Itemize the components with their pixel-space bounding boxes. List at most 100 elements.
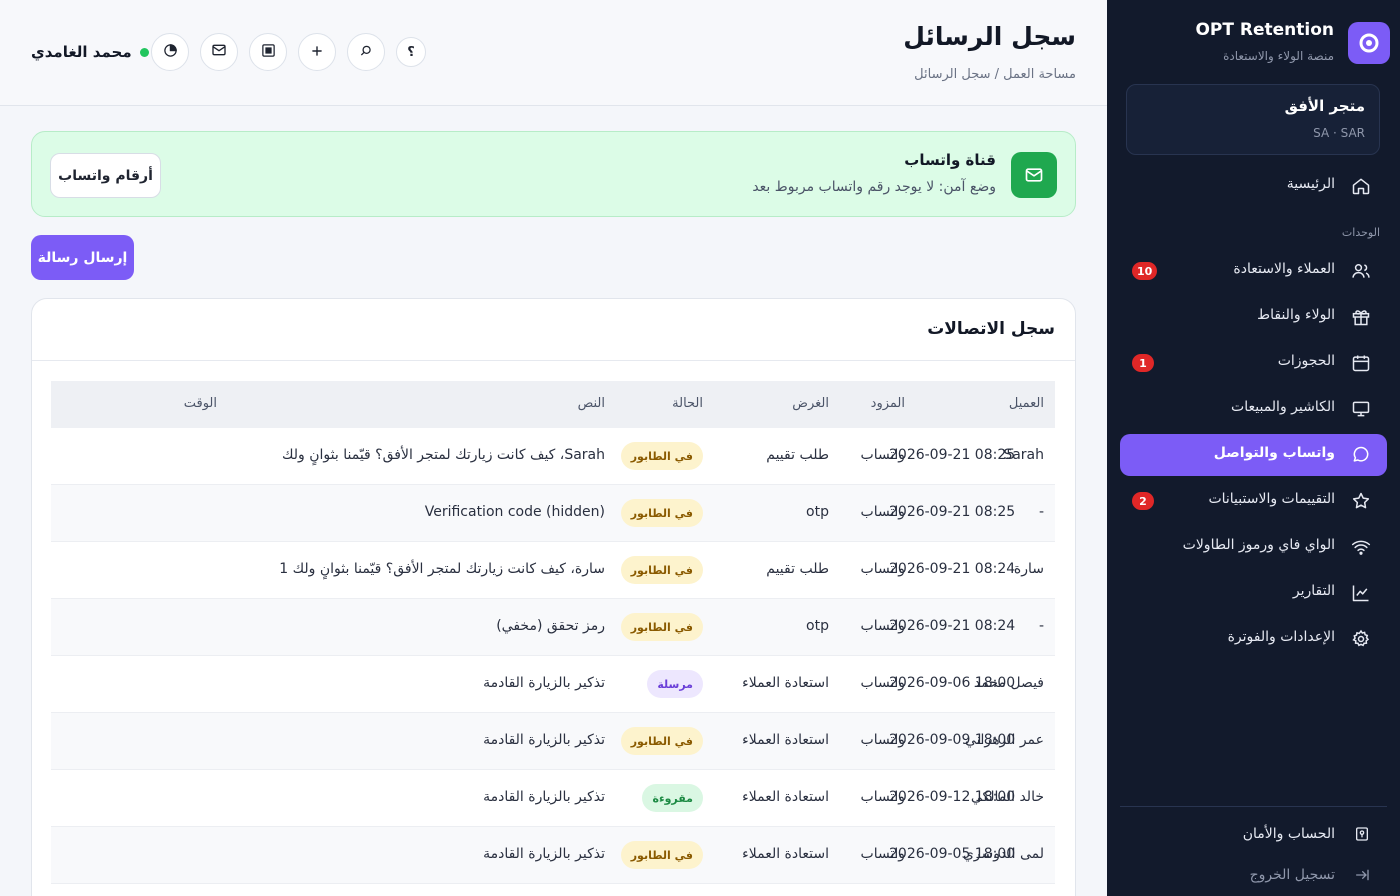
sidebar-item-bookings[interactable]: الحجوزات 1 [1120,342,1387,384]
column-header-status[interactable]: الحالة [672,396,703,411]
column-header-time[interactable]: الوقت [184,396,217,411]
status-badge: مقروءة [642,784,703,812]
sidebar-item-whatsapp[interactable]: واتساب والتواصل [1120,434,1387,476]
cell-purpose: استعادة العملاء [742,789,829,805]
sidebar-item-label: التقييمات والاستبيانات [1208,491,1335,507]
pie-chart-icon [163,43,178,62]
count-badge: 10 [1132,262,1158,280]
sidebar-item-label: واتساب والتواصل [1213,445,1335,461]
topbar: سجل الرسائل مساحة العمل / سجل الرسائل ؟ … [0,0,1107,106]
cell-purpose: طلب تقييم [766,561,829,577]
star-icon [1350,490,1372,512]
table-row[interactable]: لمى الدوسري واتساب استعادة العملاء في ال… [51,827,1055,884]
cell-time: 2026-09-21 08:24 [889,561,1016,577]
help-button[interactable]: ؟ [396,37,426,67]
page-title: سجل الرسائل [903,22,1076,51]
logout-icon [1353,866,1371,884]
logout-button[interactable]: تسجيل الخروج [1120,860,1387,892]
cell-time: 2026-09-21 08:25 [889,447,1016,463]
whatsapp-channel-card: قناة واتساب وضع آمن: لا يوجد رقم واتساب … [31,131,1076,217]
sidebar-item-loyalty[interactable]: الولاء والنقاط [1120,296,1387,338]
communications-table: العميل المزود الغرض الحالة النص الوقت Sa… [51,381,1055,884]
channel-status-text: وضع آمن: لا يوجد رقم واتساب مربوط بعد [752,179,996,195]
sidebar-item-label: الإعدادات والفوترة [1227,629,1335,645]
cell-text: Sarah، كيف كانت زيارتك لمتجر الأفق؟ قيّم… [281,447,605,463]
log-divider [32,360,1075,361]
monitor-icon [1350,398,1372,420]
sidebar-item-settings[interactable]: الإعدادات والفوترة [1120,618,1387,660]
messages-button[interactable] [200,33,238,71]
column-header-purpose[interactable]: الغرض [792,396,829,411]
cell-time: 2026-09-06 18:00 [889,675,1016,691]
table-row[interactable]: فيصل محمد واتساب استعادة العملاء مرسلة ت… [51,656,1055,713]
gift-icon [1350,306,1372,328]
key-icon [1353,825,1371,843]
calendar-icon [1350,352,1372,374]
chart-icon [1350,582,1372,604]
communications-log-card: سجل الاتصالات العميل المزود الغرض الحالة… [31,298,1076,896]
column-header-provider[interactable]: المزود [871,396,905,411]
cell-purpose: استعادة العملاء [742,732,829,748]
send-message-button[interactable]: إرسال رسالة [31,235,134,280]
status-badge: مرسلة [647,670,703,698]
cell-time: 2026-09-21 08:25 [889,504,1016,520]
status-badge: في الطابور [620,556,703,584]
table-row[interactable]: - واتساب otp في الطابور Verification cod… [51,485,1055,542]
sidebar-item-home[interactable]: الرئيسية [1120,165,1387,207]
store-switcher[interactable]: متجر الأفق SA · SAR [1126,84,1380,155]
brand-subtitle: منصة الولاء والاستعادة [1223,49,1334,63]
cell-purpose: استعادة العملاء [742,675,829,691]
help-icon: ؟ [407,44,415,60]
column-header-client[interactable]: العميل [1009,396,1044,411]
sidebar-item-label: العملاء والاستعادة [1233,261,1335,277]
users-icon [1350,260,1372,282]
sidebar-item-reports[interactable]: التقارير [1120,572,1387,614]
column-header-text[interactable]: النص [578,396,605,411]
cell-time: 2026-09-05 18:00 [889,846,1016,862]
search-button[interactable] [347,33,385,71]
count-badge: 1 [1132,354,1154,372]
brand-logo-icon[interactable] [1348,22,1390,64]
whatsapp-channel-icon [1011,152,1057,198]
wifi-icon [1350,536,1372,558]
qr-button[interactable] [249,33,287,71]
cell-purpose: otp [806,618,829,634]
cell-purpose: طلب تقييم [766,447,829,463]
sidebar-item-label: الحجوزات [1277,353,1335,369]
cell-text: Verification code (hidden) [424,504,605,520]
chat-icon [1350,444,1372,466]
sidebar-item-label: الرئيسية [1286,176,1335,192]
cell-time: 2026-09-09 18:00 [889,732,1016,748]
table-row[interactable]: Sarah واتساب طلب تقييم في الطابور Sarah،… [51,428,1055,485]
breadcrumb: مساحة العمل / سجل الرسائل [914,67,1076,82]
logout-label: تسجيل الخروج [1249,867,1335,883]
plus-icon [310,43,324,62]
sidebar-item-pos[interactable]: الكاشير والمبيعات [1120,388,1387,430]
status-badge: في الطابور [620,727,703,755]
sidebar-item-reviews[interactable]: التقييمات والاستبيانات 2 [1120,480,1387,522]
cell-text: تذكير بالزيارة القادمة [483,675,605,691]
table-row[interactable]: عمر الزهراني واتساب استعادة العملاء في ا… [51,713,1055,770]
status-badge: في الطابور [620,841,703,869]
count-badge: 2 [1132,492,1154,510]
add-button[interactable] [298,33,336,71]
sidebar-item-wifi[interactable]: الواي فاي ورموز الطاولات [1120,526,1387,568]
table-row[interactable]: - واتساب otp في الطابور رمز تحقق (مخفي) … [51,599,1055,656]
table-row[interactable]: سارة واتساب طلب تقييم في الطابور سارة، ك… [51,542,1055,599]
user-menu[interactable]: محمد الغامدي [31,41,149,63]
cell-time: 2026-09-21 08:24 [889,618,1016,634]
cell-time: 2026-09-12 18:00 [889,789,1016,805]
store-meta: SA · SAR [1313,126,1365,140]
status-badge: في الطابور [620,442,703,470]
log-title: سجل الاتصالات [927,319,1055,339]
table-row[interactable]: خالد المالكي واتساب استعادة العملاء مقرو… [51,770,1055,827]
sidebar: OPT Retention منصة الولاء والاستعادة متج… [1107,0,1400,896]
sidebar-item-account[interactable]: الحساب والأمان [1120,819,1387,851]
analytics-button[interactable] [151,33,189,71]
sidebar-item-customers[interactable]: العملاء والاستعادة 10 [1120,250,1387,292]
cell-text: تذكير بالزيارة القادمة [483,789,605,805]
whatsapp-numbers-button[interactable]: أرقام واتساب [50,153,161,198]
brand-title: OPT Retention [1195,20,1334,40]
cell-client: سارة [1013,561,1044,577]
sidebar-divider [1120,806,1387,807]
